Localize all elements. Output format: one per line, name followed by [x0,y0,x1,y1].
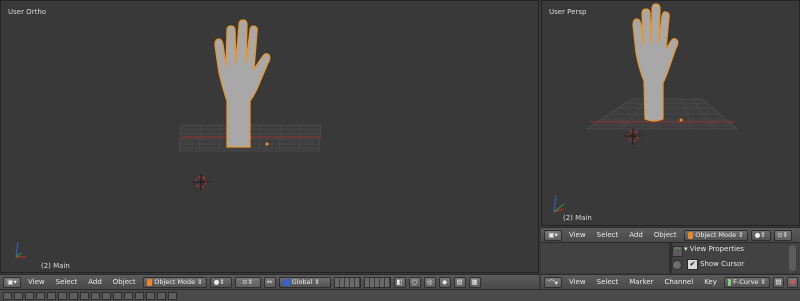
left-axes-gizmo [15,241,26,258]
strip-icon-13[interactable] [135,291,144,300]
editor-type-button[interactable]: ▣▾ [3,276,21,288]
graph-record-icon[interactable]: ◉ [786,276,798,288]
left-viewport-header: ▣▾ View Select Add Object Object Mode ⇕ ●… [0,274,539,289]
fcurve-icon [727,278,732,286]
right-menu-add[interactable]: Add [625,231,647,239]
strip-icon-2[interactable] [14,291,23,300]
graph-menu-view[interactable]: View [565,278,590,286]
graph-menu-key[interactable]: Key [700,278,721,286]
strip-icon-1[interactable] [3,291,12,300]
transform-orientation-dropdown[interactable]: Global ⇕ [278,276,331,288]
left-3d-viewport[interactable]: User Ortho (2) Main [0,0,539,273]
strip-icon-4[interactable] [36,291,45,300]
graph-editor-type-button[interactable]: ⌒▾ [544,276,562,288]
left-object-label: (2) Main [41,262,70,270]
snap-target-icon[interactable]: ◆ [438,276,451,288]
viewport-shading-dropdown[interactable]: ●⇕ [209,276,232,288]
object-mode-icon [146,278,153,286]
strip-icon-15[interactable] [157,291,166,300]
panel-scrollbar[interactable] [789,245,796,271]
graph-menu-channel[interactable]: Channel [660,278,697,286]
graph-menu-marker[interactable]: Marker [625,278,657,286]
right-editor-type-button[interactable]: ▣▾ [544,229,562,241]
bottom-tool-strip [0,289,800,301]
layer-buttons-b[interactable] [363,276,391,288]
menu-object[interactable]: Object [109,278,140,286]
strip-icon-10[interactable] [102,291,111,300]
right-mode-dropdown[interactable]: Object Mode ⇕ [683,229,748,241]
strip-icon-5[interactable] [47,291,56,300]
strip-icon-12[interactable] [124,291,133,300]
right-viewport-header: ▣▾ View Select Add Object Object Mode ⇕ ●… [541,227,800,242]
graph-mode-dropdown[interactable]: F-Curve ⇕ [723,276,770,288]
right-3d-viewport[interactable]: User Persp (2) Main [541,0,800,226]
right-menu-select[interactable]: Select [593,231,623,239]
opengl-render-icon[interactable]: ▦ [468,276,481,288]
right-object-mode-icon [687,231,694,239]
menu-select[interactable]: Select [52,278,82,286]
graph-curve-icon[interactable]: ⌒ [672,246,683,257]
orientation-icon [282,278,290,286]
lock-layers-icon[interactable]: ◧ [393,276,406,288]
show-cursor-checkbox[interactable]: ✔ [687,259,698,270]
right-object-label: (2) Main [563,214,592,222]
snap-icon[interactable]: ◎ [423,276,436,288]
strip-icon-6[interactable] [58,291,67,300]
graph-filter-icon[interactable]: ▤ [772,276,784,288]
strip-icon-7[interactable] [69,291,78,300]
strip-icon-3[interactable] [25,291,34,300]
strip-icon-11[interactable] [113,291,122,300]
left-origin-dot [265,142,269,146]
manipulator-toggle[interactable]: ↔ [263,276,276,288]
right-menu-view[interactable]: View [565,231,590,239]
mode-dropdown[interactable]: Object Mode ⇕ [142,276,207,288]
show-cursor-label: Show Cursor [700,260,745,268]
strip-icon-14[interactable] [146,291,155,300]
right-menu-object[interactable]: Object [650,231,681,239]
panel-dot-icon [672,260,682,270]
menu-view[interactable]: View [24,278,49,286]
strip-icon-8[interactable] [80,291,89,300]
strip-icon-16[interactable] [168,291,177,300]
graph-editor-header: ⌒▾ View Select Marker Channel Key F-Curv… [541,274,800,289]
properties-panel: ⌒ ▾ View Properties ✔ Show Cursor [541,242,800,273]
left-viewport-scene [15,19,322,258]
menu-add[interactable]: Add [84,278,106,286]
left-3d-cursor-icon [193,174,209,190]
view-properties-header[interactable]: ▾ View Properties [684,245,744,253]
right-3d-cursor-icon [625,128,641,145]
right-pivot-button[interactable]: ⊙⇕ [773,229,792,241]
right-origin-dot [679,118,683,122]
right-viewport-scene [553,3,738,213]
strip-icon-9[interactable] [91,291,100,300]
render-preview-icon[interactable]: ▤ [453,276,466,288]
layer-buttons-a[interactable] [333,276,361,288]
right-axes-gizmo [553,194,565,213]
right-shading-dropdown[interactable]: ●⇕ [750,229,771,241]
graph-menu-select[interactable]: Select [593,278,623,286]
pivot-point-button[interactable]: ⊙⇕ [234,276,261,288]
proportional-edit-icon[interactable]: ○ [408,276,421,288]
